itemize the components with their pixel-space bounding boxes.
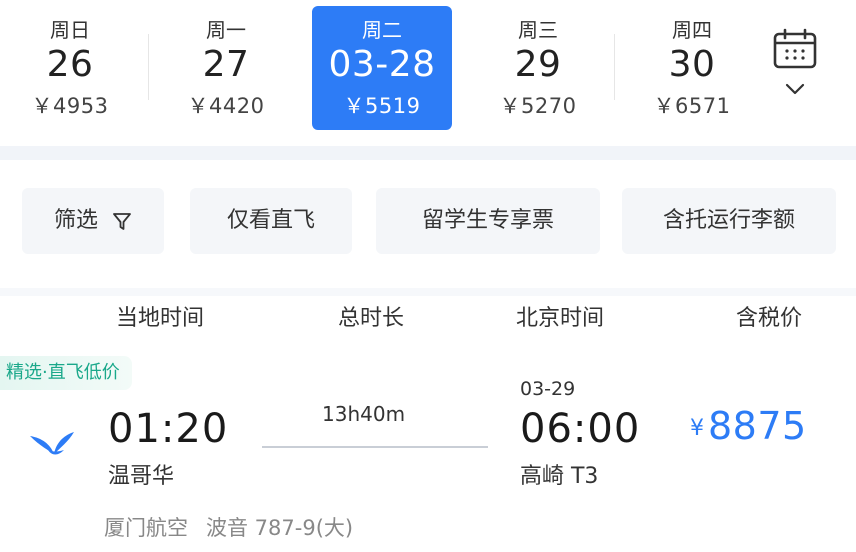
airline-logo-icon <box>30 432 74 455</box>
aircraft-type: 波音 787-9(大) <box>206 516 354 540</box>
column-local-time: 当地时间 <box>116 306 205 331</box>
date-day: 26 <box>46 44 94 85</box>
arrival-time: 06:00 <box>520 406 641 452</box>
checked-baggage-button[interactable]: 含托运行李额 <box>622 188 836 254</box>
date-weekday: 周三 <box>518 18 558 42</box>
date-cell-30[interactable]: 周四 30 ￥6571 <box>622 6 762 130</box>
filter-bar: 筛选 仅看直飞 留学生专享票 含托运行李额 <box>0 160 856 288</box>
filter-funnel-icon <box>113 213 131 230</box>
divider <box>614 34 615 100</box>
departure-city: 温哥华 <box>108 464 175 489</box>
flight-duration: 13h40m <box>322 402 406 426</box>
calendar-icon <box>773 28 817 69</box>
divider <box>148 34 149 100</box>
filter-button[interactable]: 筛选 <box>22 188 164 254</box>
calendar-button[interactable] <box>762 28 828 108</box>
column-price-incl-tax: 含税价 <box>736 306 803 331</box>
date-cell-selected[interactable]: 周二 03-28 ￥5519 <box>312 6 452 130</box>
column-duration: 总时长 <box>338 306 405 331</box>
section-separator <box>0 146 856 160</box>
date-price: ￥4420 <box>187 94 265 118</box>
price-currency: ¥ <box>690 416 704 441</box>
date-price: ￥6571 <box>653 94 731 118</box>
recommendation-tag: 精选·直飞低价 <box>0 356 132 390</box>
date-day: 03-28 <box>328 44 436 85</box>
duration-line <box>262 446 488 448</box>
date-cell-26[interactable]: 周日 26 ￥4953 <box>0 6 140 130</box>
checked-baggage-label: 含托运行李额 <box>662 208 795 233</box>
filter-label: 筛选 <box>53 208 98 233</box>
flight-card[interactable]: 精选·直飞低价 01:20 温哥华 13h40m 03-29 06:00 高崎 … <box>0 350 856 552</box>
airline-name: 厦门航空 <box>104 516 188 540</box>
date-weekday: 周日 <box>50 18 90 42</box>
arrival-date: 03-29 <box>520 378 576 400</box>
date-price: ￥4953 <box>31 94 109 118</box>
chevron-down-icon <box>785 83 805 95</box>
departure-time: 01:20 <box>108 406 229 452</box>
date-cell-29[interactable]: 周三 29 ￥5270 <box>468 6 608 130</box>
date-weekday: 周一 <box>206 18 246 42</box>
arrival-airport: 高崎 T3 <box>520 464 599 489</box>
student-fare-button[interactable]: 留学生专享票 <box>376 188 600 254</box>
section-separator <box>0 288 856 296</box>
nonstop-only-button[interactable]: 仅看直飞 <box>190 188 352 254</box>
date-strip: 周日 26 ￥4953 周一 27 ￥4420 周二 03-28 ￥5519 周… <box>0 0 856 146</box>
date-price: ￥5270 <box>499 94 577 118</box>
date-weekday: 周二 <box>362 18 402 42</box>
date-day: 30 <box>668 44 716 85</box>
date-day: 29 <box>514 44 562 85</box>
date-price: ￥5519 <box>343 94 421 118</box>
column-beijing-time: 北京时间 <box>516 306 605 331</box>
student-fare-label: 留学生专享票 <box>421 208 554 233</box>
flight-meta: 厦门航空 波音 787-9(大) <box>104 512 353 542</box>
date-day: 27 <box>202 44 250 85</box>
date-cell-27[interactable]: 周一 27 ￥4420 <box>156 6 296 130</box>
nonstop-label: 仅看直飞 <box>226 208 315 233</box>
date-weekday: 周四 <box>672 18 712 42</box>
price-value: 8875 <box>708 404 807 448</box>
